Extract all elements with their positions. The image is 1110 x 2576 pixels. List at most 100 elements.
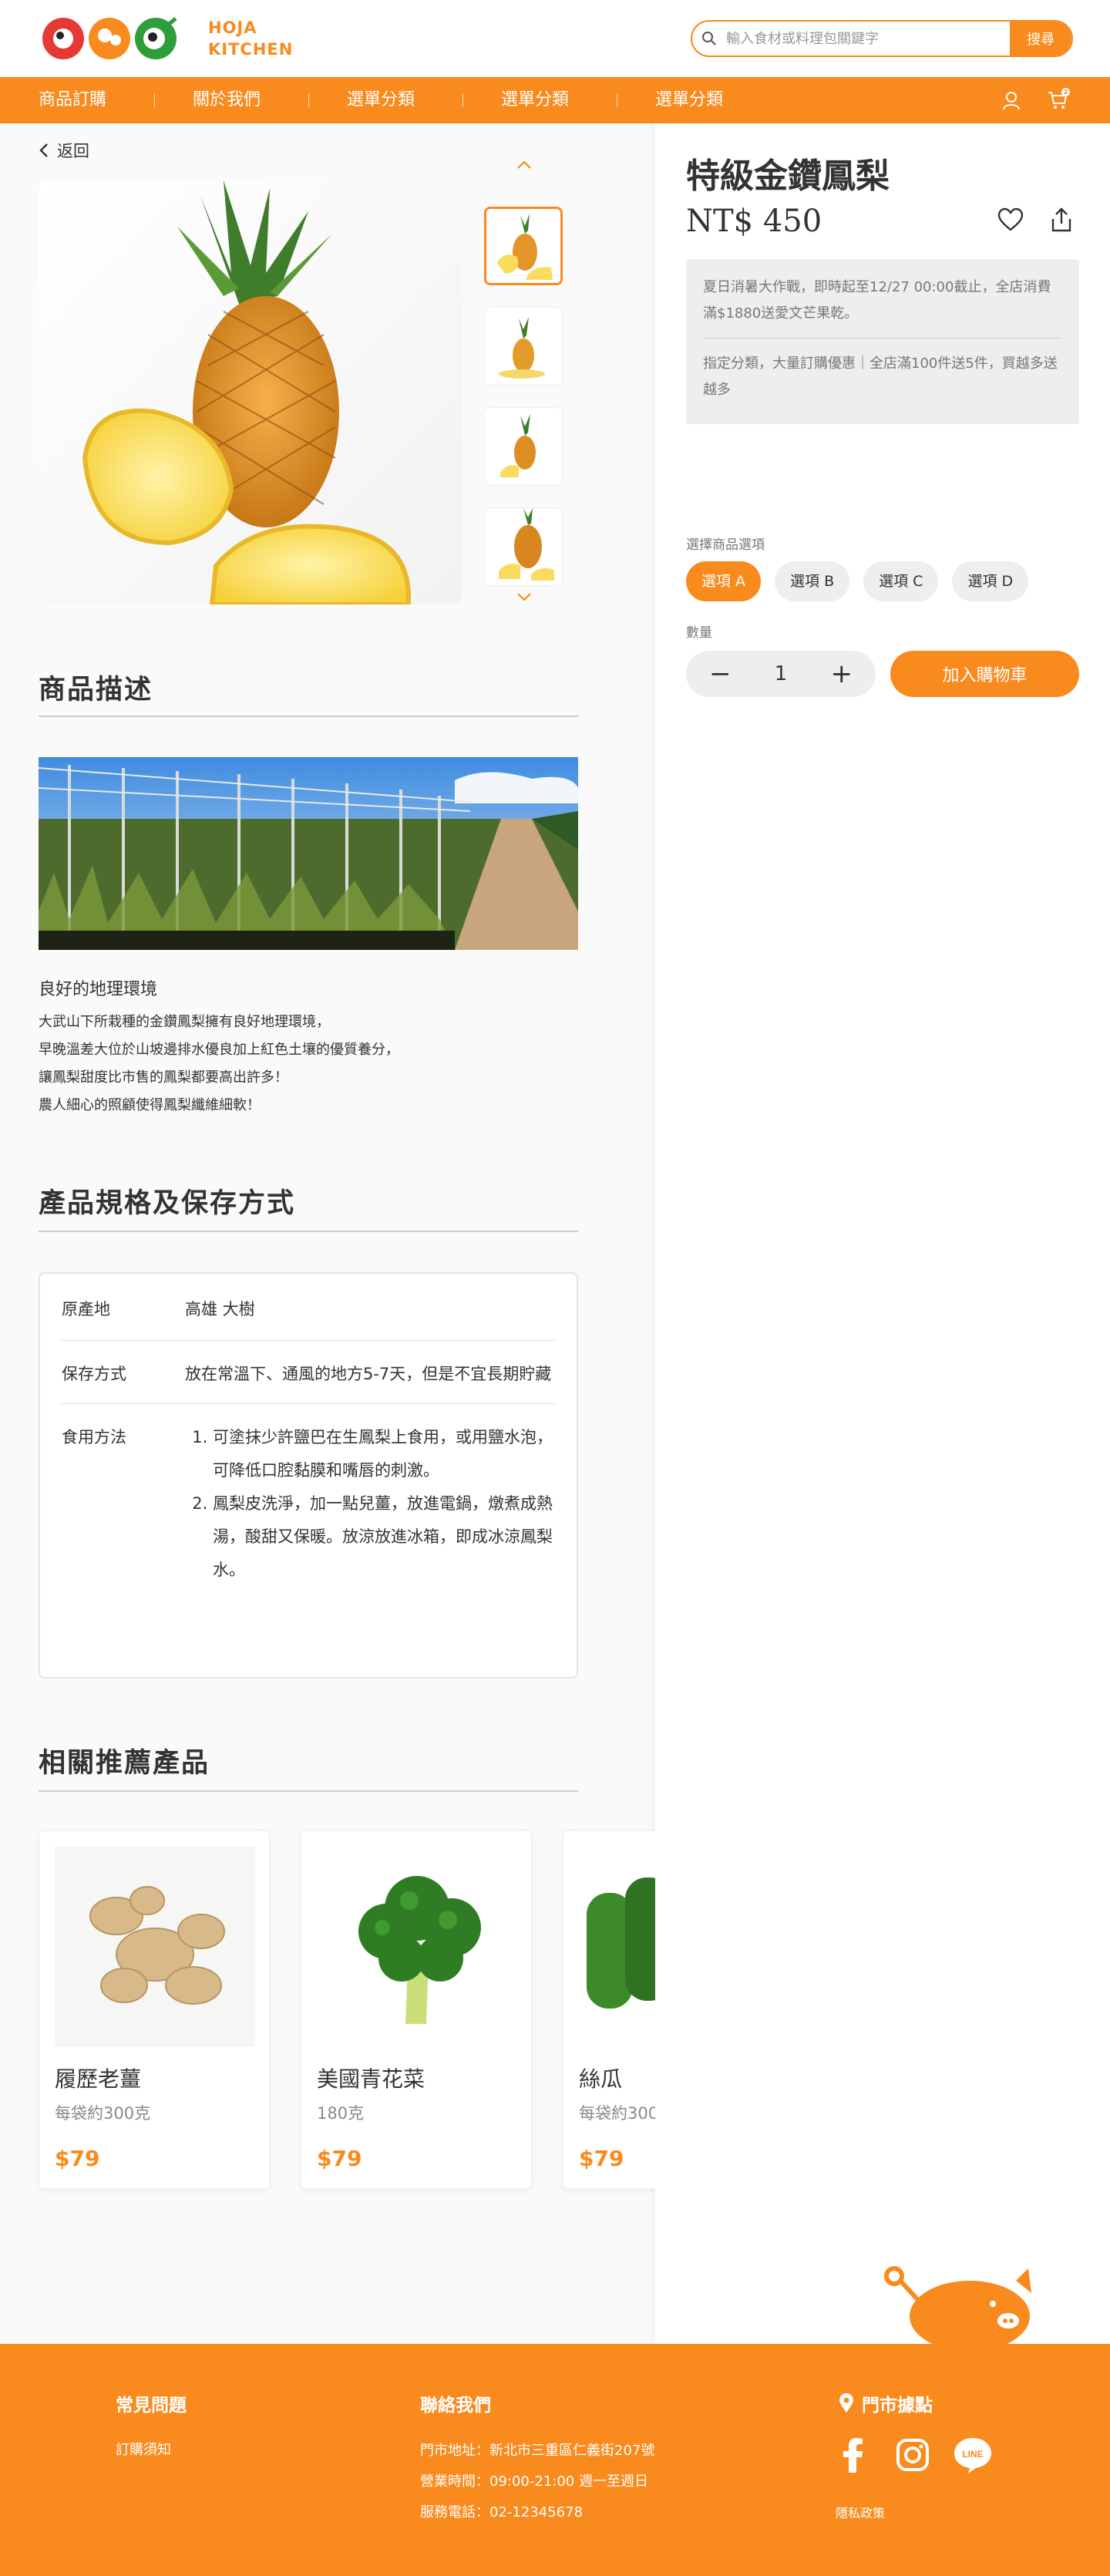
user-icon[interactable] <box>999 88 1024 113</box>
spec-key: 原產地 <box>62 1300 110 1318</box>
promo-box: 夏日消暑大作戰，即時起至12/27 00:00截止，全店消費滿$1880送愛文芒… <box>686 259 1079 424</box>
usage-item: 可塗抹少許鹽巴在生鳳梨上食用，或用鹽水泡，可降低口腔黏膜和嘴唇的刺激。 <box>213 1421 555 1487</box>
nav-item-category-3[interactable]: 選單分類 <box>655 77 723 123</box>
description-line: 早晚溫差大位於山坡邊排水優良加上紅色土壤的優質養分， <box>39 1042 399 1058</box>
section-divider <box>39 1790 578 1792</box>
facebook-icon[interactable] <box>832 2435 873 2475</box>
brand-logo[interactable]: HOJA KITCHEN <box>39 14 293 63</box>
usage-list: 可塗抹少許鹽巴在生鳳梨上食用，或用鹽水泡，可降低口腔黏膜和嘴唇的刺激。 鳳梨皮洗… <box>185 1421 555 1587</box>
search-button[interactable]: 搜尋 <box>1010 22 1071 56</box>
product-card-image <box>579 1847 655 2047</box>
nav-item-category-1[interactable]: 選單分類 <box>347 77 415 123</box>
option-b-button[interactable]: 選項 B <box>775 561 850 601</box>
cart-count-badge: 2 <box>1061 88 1070 96</box>
product-title: 特級金鑽鳳梨 <box>686 157 890 196</box>
product-card[interactable]: 絲瓜 每袋約300克 $79 <box>563 1830 655 2189</box>
promo-text-2: 指定分類，大量訂購優惠｜全店滿100件送5件，買越多送越多 <box>703 355 1058 398</box>
chevron-up-icon[interactable] <box>515 156 533 174</box>
site-footer: 常見問題 訂購須知 聯絡我們 門市地址：新北市三重區仁義街207號 營業時間：0… <box>0 2344 1110 2576</box>
line-icon[interactable]: LINE <box>953 2435 993 2475</box>
share-icon[interactable] <box>1047 205 1076 234</box>
product-card-weight: 每袋約300克 <box>55 2104 151 2123</box>
product-card-weight: 180克 <box>317 2104 365 2123</box>
thumbnail-2[interactable] <box>484 307 563 386</box>
footer-store-title: 門市據點 <box>862 2396 933 2416</box>
description-body: 大武山下所栽種的金鑽鳳梨擁有良好地理環境， 早晚溫差大位於山坡邊排水優良加上紅色… <box>39 1009 399 1120</box>
option-group: 選項 A 選項 B 選項 C 選項 D <box>686 561 1029 601</box>
brand-name-line2: KITCHEN <box>208 40 294 59</box>
instagram-icon[interactable] <box>893 2435 933 2475</box>
product-card-price: $79 <box>55 2146 100 2171</box>
footer-faq-title: 常見問題 <box>116 2396 187 2416</box>
cart-icon[interactable]: 2 <box>1045 88 1070 113</box>
minus-icon[interactable]: − <box>709 651 732 697</box>
site-header: HOJA KITCHEN 搜尋 <box>0 0 1110 77</box>
product-card-name: 絲瓜 <box>579 2066 623 2092</box>
nav-item-about[interactable]: 關於我們 <box>193 77 261 123</box>
nav-divider <box>154 93 155 107</box>
product-info-panel: 特級金鑽鳳梨 NT$ 450 夏日消暑大作戰，即時起至12/27 00:00截止… <box>655 123 1110 2344</box>
product-card-price: $79 <box>317 2146 362 2171</box>
footer-privacy-link[interactable]: 隱私政策 <box>836 2498 885 2529</box>
spec-value: 放在常溫下、通風的地方5-7天，但是不宜長期貯藏 <box>185 1365 552 1383</box>
option-a-button[interactable]: 選項 A <box>686 561 762 601</box>
footer-contact-title: 聯絡我們 <box>420 2396 491 2416</box>
product-card[interactable]: 美國青花菜 180克 $79 <box>301 1830 532 2189</box>
add-to-cart-button[interactable]: 加入購物車 <box>890 651 1079 697</box>
nav-item-order[interactable]: 商品訂購 <box>39 77 106 123</box>
location-pin-icon <box>839 2393 853 2413</box>
quantity-label: 數量 <box>686 625 712 641</box>
product-price: NT$ 450 <box>686 204 822 239</box>
description-heading: 良好的地理環境 <box>39 980 158 999</box>
usage-item: 鳳梨皮洗淨，加一點兒薑，放進電鍋，燉煮成熱湯，酸甜又保暖。放涼放進冰箱，即成冰涼… <box>213 1487 555 1587</box>
section-divider <box>39 1231 578 1232</box>
quantity-value[interactable]: 1 <box>775 662 788 685</box>
options-label: 選擇商品選項 <box>686 537 765 553</box>
section-divider <box>39 716 578 717</box>
description-line: 農人細心的照顧使得鳳梨纖維細軟！ <box>39 1097 261 1113</box>
search-bar: 搜尋 <box>691 20 1073 57</box>
option-d-button[interactable]: 選項 D <box>952 561 1029 601</box>
spec-row: 食用方法 可塗抹少許鹽巴在生鳳梨上食用，或用鹽水泡，可降低口腔黏膜和嘴唇的刺激。… <box>62 1404 555 1604</box>
plus-icon[interactable]: + <box>830 651 853 697</box>
back-link[interactable]: 返回 <box>39 139 89 162</box>
option-c-button[interactable]: 選項 C <box>863 561 939 601</box>
related-carousel: 履歷老薑 每袋約300克 $79 美國青花菜 180克 $79 絲瓜 每袋約30… <box>0 1820 655 2205</box>
product-card-name: 履歷老薑 <box>55 2066 142 2092</box>
spec-key: 保存方式 <box>62 1365 126 1383</box>
brand-name-line1: HOJA <box>208 19 257 37</box>
nav-item-category-2[interactable]: 選單分類 <box>501 77 569 123</box>
search-input[interactable] <box>726 30 1010 47</box>
thumbnail-3[interactable] <box>484 407 563 486</box>
pig-mascot-icon <box>884 2266 1031 2345</box>
spec-row: 保存方式 放在常溫下、通風的地方5-7天，但是不宜長期貯藏 <box>62 1341 555 1404</box>
main-nav: 商品訂購 關於我們 選單分類 選單分類 選單分類 2 <box>0 77 1110 123</box>
product-main-image <box>39 180 462 604</box>
section-title-description: 商品描述 <box>39 675 153 705</box>
thumbnail-4[interactable] <box>484 507 563 586</box>
footer-phone: 服務電話：02-12345678 <box>420 2504 584 2520</box>
farm-photo <box>39 757 578 950</box>
thumbnail-1[interactable] <box>484 207 563 285</box>
spec-key: 食用方法 <box>62 1428 126 1446</box>
promo-text-1: 夏日消暑大作戰，即時起至12/27 00:00截止，全店消費滿$1880送愛文芒… <box>703 279 1051 322</box>
line-icon-label: LINE <box>962 2449 983 2460</box>
back-label: 返回 <box>57 142 89 160</box>
footer-faq-link[interactable]: 訂購須知 <box>116 2435 171 2466</box>
chevron-down-icon[interactable] <box>515 588 533 606</box>
spec-table: 原產地 高雄 大樹 保存方式 放在常溫下、通風的地方5-7天，但是不宜長期貯藏 … <box>39 1272 578 1679</box>
search-icon <box>692 31 726 46</box>
quantity-stepper: − 1 + <box>686 651 876 697</box>
heart-icon[interactable] <box>996 205 1025 234</box>
chevron-left-icon <box>39 143 48 157</box>
product-card[interactable]: 履歷老薑 每袋約300克 $79 <box>39 1830 270 2189</box>
section-title-spec: 產品規格及保存方式 <box>39 1188 296 1219</box>
product-card-image <box>317 1847 517 2047</box>
footer-address: 門市地址：新北市三重區仁義街207號 <box>420 2443 655 2459</box>
section-title-related: 相關推薦產品 <box>39 1748 210 1779</box>
product-card-price: $79 <box>579 2146 624 2171</box>
footer-store-link[interactable]: 門市據點 <box>839 2390 933 2416</box>
nav-divider <box>308 93 309 107</box>
product-card-weight: 每袋約300克 <box>579 2104 655 2123</box>
description-line: 大武山下所栽種的金鑽鳳梨擁有良好地理環境， <box>39 1014 330 1030</box>
